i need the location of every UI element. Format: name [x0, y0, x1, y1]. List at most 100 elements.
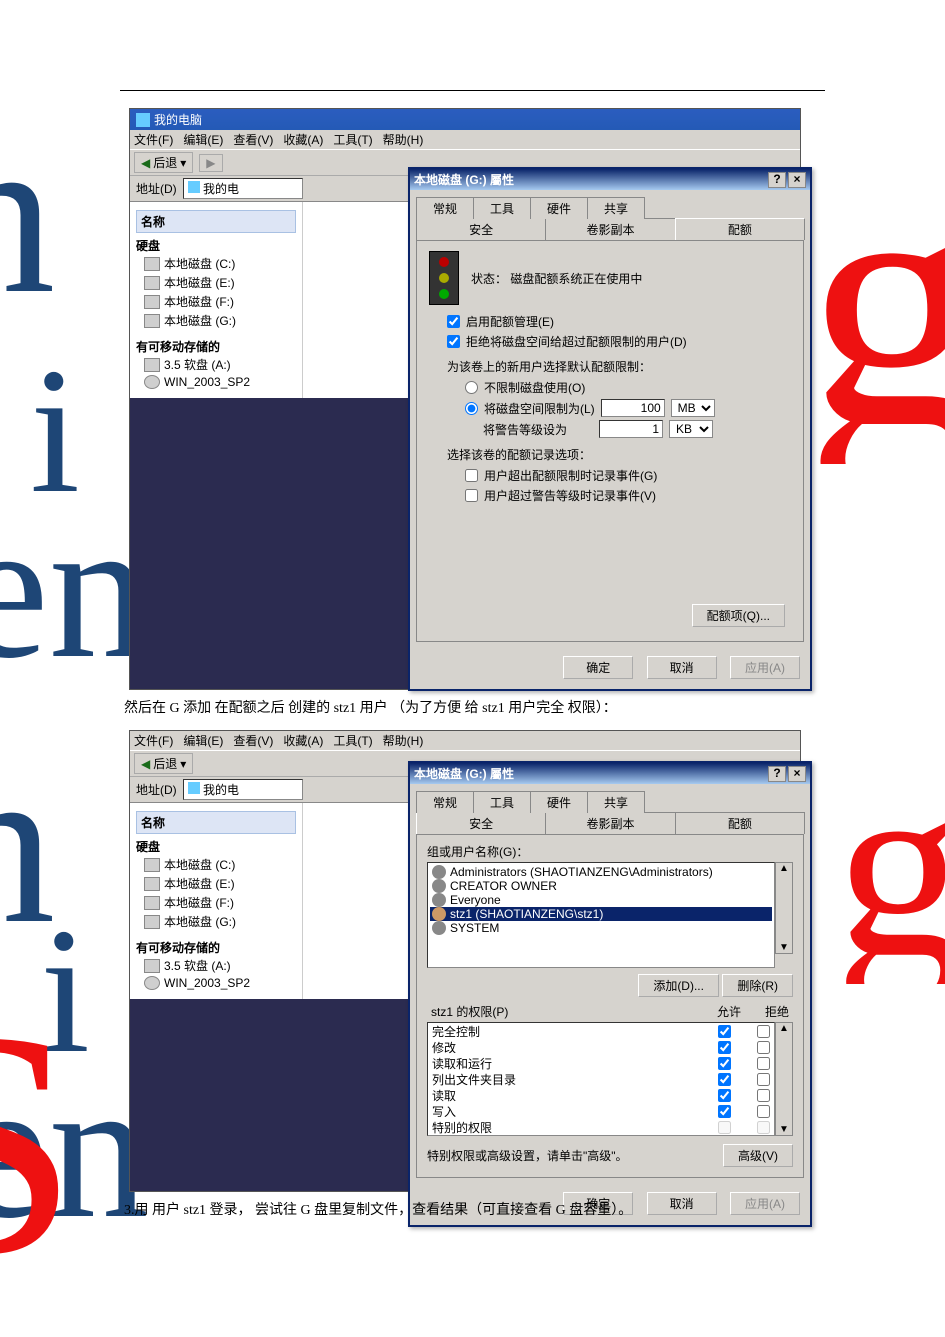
chevron-down-icon: ▾	[180, 156, 186, 170]
forward-button[interactable]: ▶	[199, 154, 222, 172]
deny-check[interactable]	[757, 1089, 770, 1102]
allow-check[interactable]	[718, 1073, 731, 1086]
chk-log-overlimit[interactable]	[465, 469, 478, 482]
disk-item[interactable]: 3.5 软盘 (A:)	[136, 956, 296, 975]
tab-shadow[interactable]: 卷影副本	[545, 812, 675, 834]
tab-hardware[interactable]: 硬件	[530, 791, 588, 813]
close-button[interactable]: ×	[788, 766, 806, 782]
disk-item[interactable]: 本地磁盘 (G:)	[136, 311, 296, 330]
address-input[interactable]: 我的电	[183, 779, 303, 800]
disk-item[interactable]: 本地磁盘 (F:)	[136, 292, 296, 311]
deny-check[interactable]	[757, 1073, 770, 1086]
dialog-titlebar[interactable]: 本地磁盘 (G:) 屬性 ? ×	[410, 763, 810, 784]
col-header-name[interactable]: 名称	[136, 811, 296, 834]
remove-user-button[interactable]: 删除(R)	[722, 974, 793, 997]
menu-edit[interactable]: 编辑(E)	[183, 732, 223, 749]
explorer-menubar[interactable]: 文件(F) 编辑(E) 查看(V) 收藏(A) 工具(T) 帮助(H)	[130, 130, 800, 149]
tab-tools[interactable]: 工具	[473, 197, 531, 219]
menu-help[interactable]: 帮助(H)	[383, 131, 424, 148]
disk-item[interactable]: 本地磁盘 (E:)	[136, 273, 296, 292]
tab-general[interactable]: 常规	[416, 197, 474, 219]
list-item[interactable]: CREATOR OWNER	[430, 879, 772, 893]
address-input[interactable]: 我的电	[183, 178, 303, 199]
close-button[interactable]: ×	[788, 172, 806, 188]
tab-security[interactable]: 安全	[416, 812, 546, 834]
scrollbar[interactable]: ▲▼	[775, 862, 793, 954]
menu-tools[interactable]: 工具(T)	[333, 732, 372, 749]
explorer-menubar[interactable]: 文件(F) 编辑(E) 查看(V) 收藏(A) 工具(T) 帮助(H)	[130, 731, 800, 750]
dialog-titlebar[interactable]: 本地磁盘 (G:) 屬性 ? ×	[410, 169, 810, 190]
limit-value-input[interactable]	[601, 399, 665, 417]
menu-tools[interactable]: 工具(T)	[333, 131, 372, 148]
quota-entries-button[interactable]: 配额项(Q)...	[692, 604, 785, 627]
users-listbox[interactable]: Administrators (SHAOTIANZENG\Administrat…	[427, 862, 775, 968]
radio-nolimit-label: 不限制磁盘使用(O)	[484, 379, 585, 396]
explorer-titlebar[interactable]: 我的电脑	[130, 109, 800, 130]
tab-tools[interactable]: 工具	[473, 791, 531, 813]
menu-file[interactable]: 文件(F)	[134, 732, 173, 749]
radio-nolimit[interactable]	[465, 381, 478, 394]
screenshot-quota: 我的电脑 文件(F) 编辑(E) 查看(V) 收藏(A) 工具(T) 帮助(H)…	[130, 109, 800, 689]
menu-fav[interactable]: 收藏(A)	[283, 732, 323, 749]
disk-item[interactable]: WIN_2003_SP2	[136, 374, 296, 390]
tab-shadow[interactable]: 卷影副本	[545, 218, 675, 240]
limit-unit-select[interactable]: MB	[671, 399, 715, 417]
advanced-button[interactable]: 高级(V)	[723, 1144, 793, 1167]
menu-edit[interactable]: 编辑(E)	[183, 131, 223, 148]
tab-share[interactable]: 共享	[587, 197, 645, 219]
disk-item[interactable]: 本地磁盘 (F:)	[136, 893, 296, 912]
tab-hardware[interactable]: 硬件	[530, 197, 588, 219]
deny-check[interactable]	[757, 1105, 770, 1118]
allow-check[interactable]	[718, 1089, 731, 1102]
cancel-button[interactable]: 取消	[647, 656, 717, 679]
back-button[interactable]: ◀ 后退 ▾	[134, 753, 193, 774]
caption-mid: 然后在 G 添加 在配额之后 创建的 stz1 用户 （为了方便 给 stz1 …	[124, 697, 825, 717]
deny-check[interactable]	[757, 1025, 770, 1038]
list-item-selected[interactable]: stz1 (SHAOTIANZENG\stz1)	[430, 907, 772, 921]
chk-log-overlimit-label: 用户超出配额限制时记录事件(G)	[484, 467, 657, 484]
watermark-red-1: g	[805, 140, 945, 464]
perm-row: 读取	[428, 1087, 774, 1103]
ok-button[interactable]: 确定	[563, 656, 633, 679]
list-item[interactable]: Administrators (SHAOTIANZENG\Administrat…	[430, 865, 772, 879]
chk-log-overwarn[interactable]	[465, 489, 478, 502]
disk-item[interactable]: 3.5 软盘 (A:)	[136, 355, 296, 374]
disk-item[interactable]: 本地磁盘 (C:)	[136, 254, 296, 273]
tab-share[interactable]: 共享	[587, 791, 645, 813]
chk-enable-quota[interactable]	[447, 315, 460, 328]
help-button[interactable]: ?	[768, 766, 786, 782]
scrollbar[interactable]: ▲▼	[775, 1022, 793, 1136]
back-button[interactable]: ◀ 后退 ▾	[134, 152, 193, 173]
tab-quota[interactable]: 配额	[675, 812, 805, 834]
warn-value-input[interactable]	[599, 420, 663, 438]
tab-quota[interactable]: 配额	[675, 218, 805, 240]
add-user-button[interactable]: 添加(D)...	[638, 974, 719, 997]
warn-unit-select[interactable]: KB	[669, 420, 713, 438]
menu-fav[interactable]: 收藏(A)	[283, 131, 323, 148]
apply-button[interactable]: 应用(A)	[730, 656, 800, 679]
deny-check[interactable]	[757, 1041, 770, 1054]
list-item[interactable]: Everyone	[430, 893, 772, 907]
menu-help[interactable]: 帮助(H)	[383, 732, 424, 749]
col-header-name[interactable]: 名称	[136, 210, 296, 233]
category-hdd: 硬盘	[136, 838, 296, 855]
allow-check[interactable]	[718, 1105, 731, 1118]
disk-item[interactable]: 本地磁盘 (E:)	[136, 874, 296, 893]
deny-check[interactable]	[757, 1057, 770, 1070]
tab-general[interactable]: 常规	[416, 791, 474, 813]
allow-check[interactable]	[718, 1041, 731, 1054]
allow-check[interactable]	[718, 1025, 731, 1038]
disk-item[interactable]: WIN_2003_SP2	[136, 975, 296, 991]
disk-item[interactable]: 本地磁盘 (G:)	[136, 912, 296, 931]
menu-view[interactable]: 查看(V)	[233, 131, 273, 148]
list-item[interactable]: SYSTEM	[430, 921, 772, 935]
back-icon: ◀	[141, 156, 150, 170]
help-button[interactable]: ?	[768, 172, 786, 188]
tab-security[interactable]: 安全	[416, 218, 546, 240]
radio-limit[interactable]	[465, 402, 478, 415]
allow-check[interactable]	[718, 1057, 731, 1070]
disk-item[interactable]: 本地磁盘 (C:)	[136, 855, 296, 874]
chk-deny-over[interactable]	[447, 335, 460, 348]
menu-file[interactable]: 文件(F)	[134, 131, 173, 148]
menu-view[interactable]: 查看(V)	[233, 732, 273, 749]
